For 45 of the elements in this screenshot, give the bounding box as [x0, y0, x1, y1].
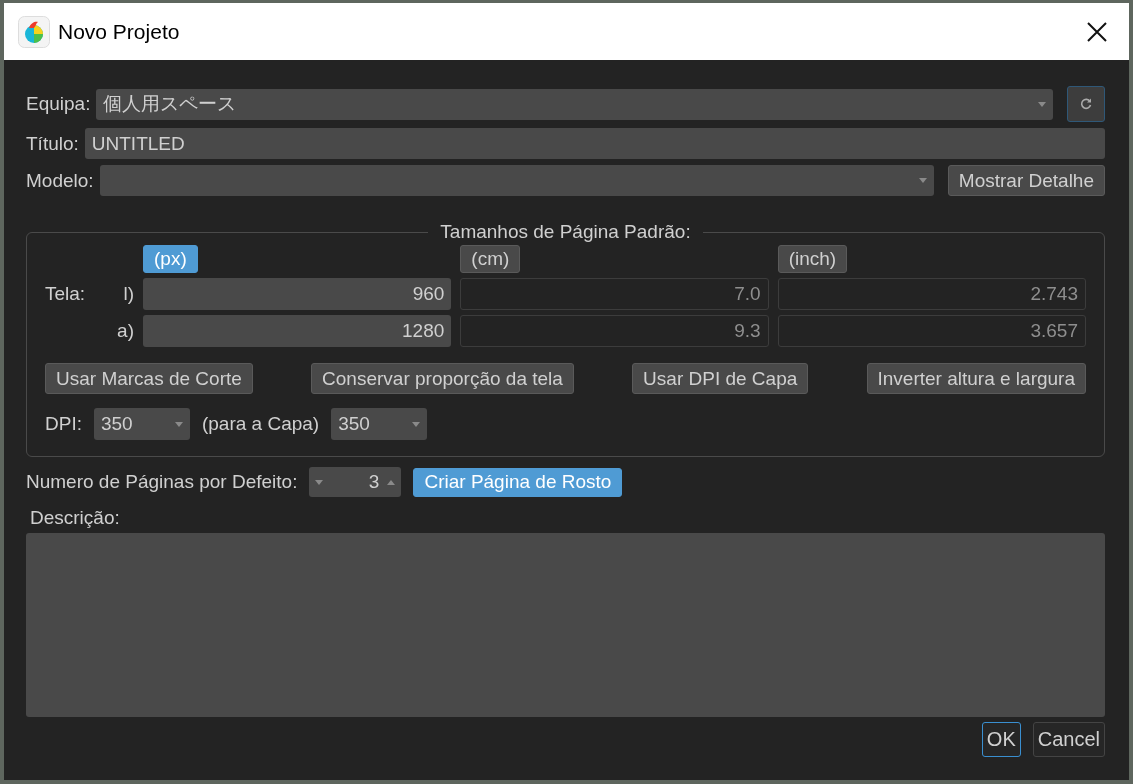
cover-dpi-dropdown[interactable]: 350	[331, 408, 428, 440]
cancel-button[interactable]: Cancel	[1032, 722, 1105, 757]
ok-button[interactable]: OK	[981, 722, 1021, 757]
dimension-input[interactable]: 7.0	[460, 278, 769, 310]
unit-toggle[interactable]: (px)	[143, 245, 198, 273]
canvas-label: Tela:	[45, 283, 87, 305]
option-button[interactable]: Conservar proporção da tela	[311, 363, 574, 394]
dimension-input[interactable]: 9.3	[460, 315, 769, 347]
page-count-spinner[interactable]: 3	[309, 467, 402, 497]
template-label: Modelo:	[26, 169, 94, 192]
option-button[interactable]: Usar Marcas de Corte	[45, 363, 253, 394]
cover-page-toggle[interactable]: Criar Página de Rosto	[413, 467, 623, 497]
page-count-label: Numero de Páginas por Defeito:	[26, 471, 298, 493]
window-title: Novo Projeto	[58, 19, 181, 44]
increment-icon[interactable]	[387, 479, 396, 485]
decrement-icon[interactable]	[315, 479, 324, 485]
dropdown-caret-icon	[412, 421, 421, 427]
dropdown-caret-icon	[174, 421, 183, 427]
dropdown-caret-icon	[918, 178, 927, 183]
dimension-input[interactable]: 960	[143, 278, 452, 310]
dpi-dropdown[interactable]: 350	[93, 408, 190, 440]
option-button[interactable]: Inverter altura e largura	[866, 363, 1086, 394]
title-label: Título:	[26, 132, 79, 155]
refresh-button[interactable]	[1067, 86, 1105, 122]
group-title: Tamanhos de Página Padrão:	[439, 221, 692, 243]
dimension-label: l)	[122, 283, 134, 305]
dimension-input[interactable]: 3.657	[777, 315, 1086, 347]
dpi-label: DPI:	[45, 413, 82, 435]
team-dropdown[interactable]: 個人用スペース	[96, 88, 1053, 120]
description-label: Descrição:	[30, 507, 121, 529]
unit-toggle[interactable]: (inch)	[777, 245, 848, 273]
dimension-input[interactable]: 2.743	[777, 278, 1086, 310]
team-label: Equipa:	[26, 93, 91, 115]
description-input[interactable]	[26, 533, 1105, 717]
dimension-input[interactable]: 1280	[143, 315, 452, 347]
option-button[interactable]: Usar DPI de Capa	[632, 363, 809, 394]
dimension-label: a)	[116, 320, 134, 342]
unit-toggle[interactable]: (cm)	[460, 245, 521, 273]
show-details-button[interactable]: Mostrar Detalhe	[947, 165, 1105, 196]
refresh-icon	[1080, 98, 1092, 110]
app-logo-icon	[18, 15, 50, 48]
close-icon[interactable]	[1085, 19, 1109, 44]
cover-dpi-label: (para a Capa)	[201, 413, 320, 435]
dropdown-caret-icon	[1038, 101, 1046, 107]
title-input[interactable]: UNTITLED	[84, 128, 1105, 159]
